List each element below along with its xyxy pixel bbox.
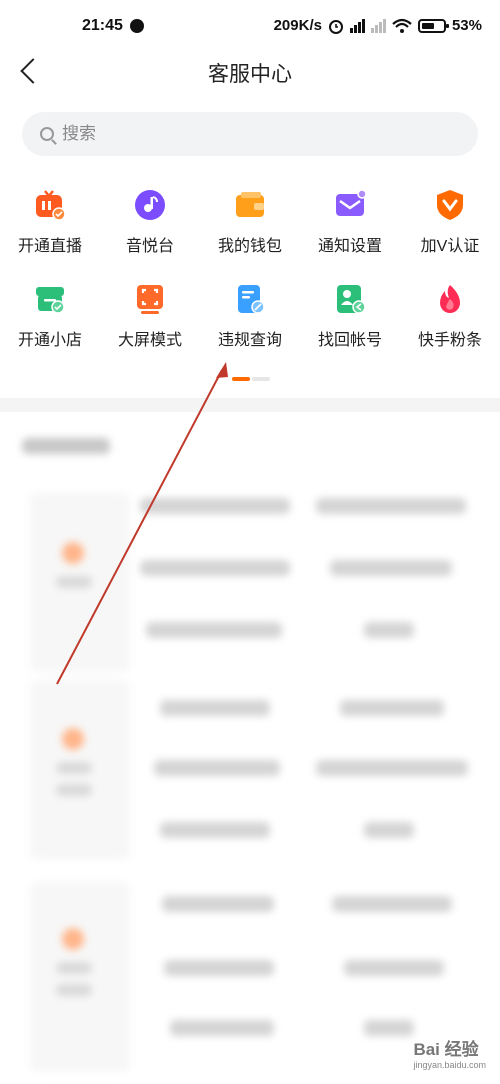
battery-icon: [417, 18, 449, 33]
service-item-wallet[interactable]: 我的钱包: [200, 186, 300, 256]
blurred-faq-item: [162, 896, 274, 912]
store-icon: [32, 282, 68, 316]
page-dot-active: [232, 377, 250, 381]
blurred-faq-item: [364, 822, 414, 838]
mail-icon: [332, 188, 368, 222]
signal-2-icon: [370, 18, 386, 33]
blurred-faq-item: [364, 1020, 414, 1036]
blurred-faq-item: [160, 700, 270, 716]
service-label: 开通直播: [17, 238, 82, 255]
status-indicators: 209K/s 53%: [274, 17, 482, 34]
blurred-faq-item: [170, 1020, 274, 1036]
blurred-category-icon: [62, 728, 84, 750]
blurred-faq-item: [140, 560, 290, 576]
service-item-music[interactable]: 音悦台: [100, 186, 200, 256]
blurred-faq-item: [364, 622, 414, 638]
service-item-verify[interactable]: 加V认证: [400, 186, 500, 256]
service-item-live[interactable]: 开通直播: [0, 186, 100, 256]
service-item-notify[interactable]: 通知设置: [300, 186, 400, 256]
document-check-icon: [232, 282, 268, 316]
blurred-category-label: [56, 784, 92, 796]
blurred-faq-section: [0, 412, 500, 1084]
service-label: 找回帐号: [317, 332, 382, 349]
blurred-category-label: [56, 984, 92, 996]
service-label: 音悦台: [125, 238, 174, 255]
wallet-icon: [232, 188, 268, 222]
blurred-faq-item: [340, 700, 444, 716]
watermark-url: jingyan.baidu.com: [413, 1060, 486, 1070]
service-item-store[interactable]: 开通小店: [0, 280, 100, 350]
blurred-faq-item: [316, 760, 468, 776]
blurred-section-title: [22, 438, 110, 454]
blurred-category-icon: [62, 542, 84, 564]
page-title: 客服中心: [208, 63, 292, 86]
service-label: 通知设置: [317, 238, 382, 255]
watermark: Bai 经验 jingyan.baidu.com: [413, 1035, 486, 1070]
live-icon: [32, 188, 68, 222]
blurred-category-card: [30, 882, 130, 1072]
blurred-category-label: [56, 576, 92, 588]
blurred-faq-item: [160, 822, 270, 838]
header: 客服中心: [0, 52, 500, 92]
fullscreen-icon: [132, 282, 168, 316]
shield-v-icon: [432, 188, 468, 222]
wifi-icon: [392, 18, 412, 33]
battery-percent: 53%: [451, 17, 482, 34]
blurred-faq-item: [316, 498, 466, 514]
page-dot: [252, 377, 270, 381]
blurred-faq-item: [146, 622, 282, 638]
service-label: 快手粉条: [417, 332, 482, 349]
status-time: 21:45: [82, 17, 123, 34]
network-speed: 209K/s: [273, 17, 322, 34]
service-label: 违规查询: [217, 332, 282, 349]
status-bar: 21:45 209K/s 53%: [0, 0, 500, 52]
search-bar[interactable]: [22, 112, 478, 156]
blurred-faq-item: [344, 960, 444, 976]
blurred-faq-item: [164, 960, 274, 976]
service-item-fullscreen[interactable]: 大屏模式: [100, 280, 200, 350]
watermark-brand: Bai 经验: [413, 1040, 479, 1059]
service-item-recover[interactable]: 找回帐号: [300, 280, 400, 350]
service-label: 大屏模式: [117, 332, 182, 349]
alarm-icon: [328, 19, 343, 34]
service-grid: 开通直播 音悦台 我的钱包 通知设置 加V认证 开通小店 大屏模式 违规查询 找…: [0, 186, 500, 350]
music-icon: [132, 188, 168, 222]
user-recover-icon: [332, 282, 368, 316]
service-item-violation[interactable]: 违规查询: [200, 280, 300, 350]
page-indicator: [232, 377, 270, 381]
signal-icon: [349, 18, 365, 33]
service-label: 加V认证: [420, 238, 480, 255]
blurred-category-label: [56, 962, 92, 974]
blurred-faq-item: [154, 760, 280, 776]
service-label: 我的钱包: [217, 238, 282, 255]
flame-icon: [432, 282, 468, 316]
service-label: 开通小店: [17, 332, 82, 349]
blurred-category-label: [56, 762, 92, 774]
section-divider: [0, 398, 500, 412]
blurred-faq-item: [332, 896, 452, 912]
blurred-category-icon: [62, 928, 84, 950]
globe-icon: [130, 19, 144, 33]
service-item-promotion[interactable]: 快手粉条: [400, 280, 500, 350]
blurred-faq-item: [330, 560, 452, 576]
search-icon: [40, 127, 54, 141]
search-input[interactable]: [62, 124, 442, 144]
blurred-faq-item: [140, 498, 290, 514]
